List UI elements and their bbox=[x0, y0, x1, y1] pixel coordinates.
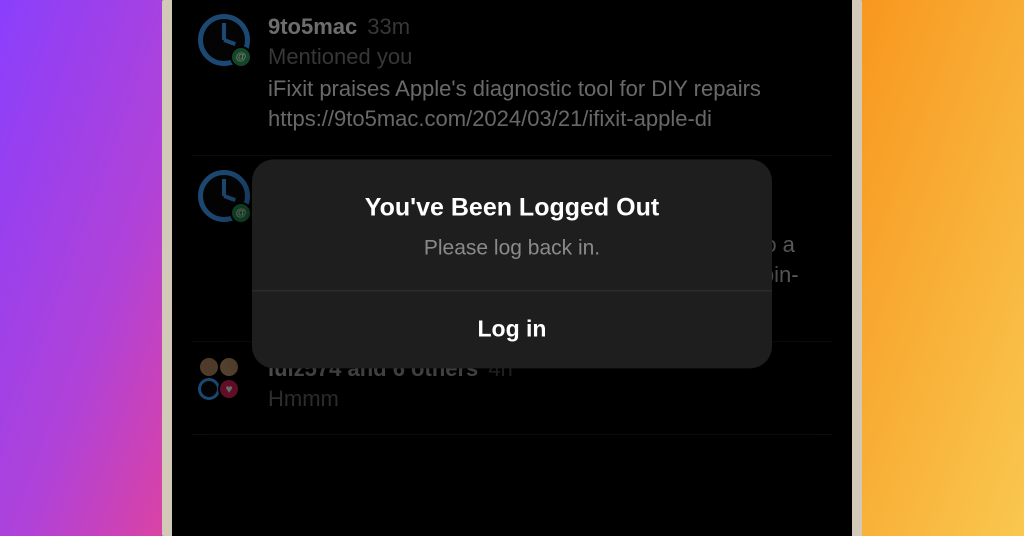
login-button[interactable]: Log in bbox=[252, 291, 772, 368]
timestamp: 33m bbox=[367, 14, 410, 40]
user-avatar-icon bbox=[198, 356, 220, 378]
modal-message: Please log back in. bbox=[278, 236, 746, 260]
threads-badge-icon: @ bbox=[230, 202, 252, 224]
logged-out-modal: You've Been Logged Out Please log back i… bbox=[252, 159, 772, 368]
modal-title: You've Been Logged Out bbox=[278, 193, 746, 222]
username[interactable]: 9to5mac bbox=[268, 14, 357, 40]
threads-badge-icon: @ bbox=[230, 46, 252, 68]
notification-subtext: Mentioned you bbox=[268, 44, 832, 70]
avatar: @ bbox=[198, 14, 250, 66]
notification-content: Hmmm bbox=[268, 386, 832, 412]
heart-icon: ♥ bbox=[218, 378, 240, 400]
avatar: @ bbox=[198, 170, 250, 222]
notification-body: 9to5mac 33m Mentioned you iFixit praises… bbox=[268, 14, 832, 133]
app-screen: @ 9to5mac 33m Mentioned you iFixit prais… bbox=[172, 0, 852, 536]
notification-content: iFixit praises Apple's diagnostic tool f… bbox=[268, 74, 832, 133]
user-avatar-icon bbox=[218, 356, 240, 378]
gradient-background: @ 9to5mac 33m Mentioned you iFixit prais… bbox=[0, 0, 1024, 536]
clock-icon bbox=[198, 378, 220, 400]
modal-body: You've Been Logged Out Please log back i… bbox=[252, 159, 772, 290]
avatar-cluster: ♥ bbox=[198, 356, 250, 408]
phone-frame: @ 9to5mac 33m Mentioned you iFixit prais… bbox=[162, 0, 862, 536]
notification-item[interactable]: @ 9to5mac 33m Mentioned you iFixit prais… bbox=[192, 0, 832, 156]
